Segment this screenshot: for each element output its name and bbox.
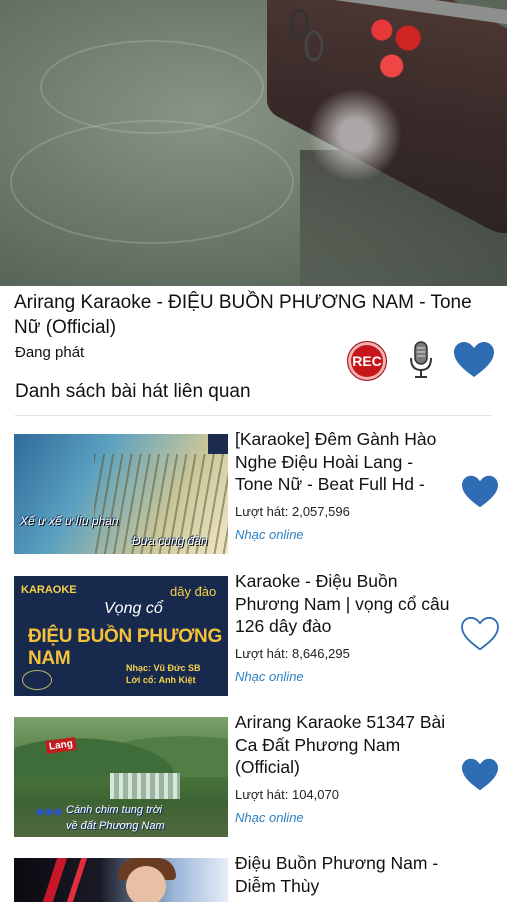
item-title[interactable]: Arirang Karaoke 51347 Bài Ca Đất Phương … bbox=[235, 711, 455, 779]
water-ripple bbox=[10, 120, 294, 244]
rec-label: REC bbox=[352, 353, 382, 369]
item-play-count: Lượt hát: 104,070 bbox=[235, 787, 339, 802]
playback-status: Đang phát bbox=[15, 344, 85, 361]
item-play-count: Lượt hát: 2,057,596 bbox=[235, 504, 350, 519]
thumbnail-corner bbox=[208, 434, 228, 454]
thumbnail-stripe bbox=[42, 858, 68, 902]
thumbnail-caption: Vọng cổ bbox=[104, 600, 163, 617]
item-title[interactable]: Karaoke - Điệu Buồn Phương Nam | vọng cổ… bbox=[235, 570, 455, 638]
list-item[interactable]: Xế ư xế ư líu phạn Đưa cung đàn [Karaoke… bbox=[14, 429, 498, 559]
item-category-link[interactable]: Nhạc online bbox=[235, 810, 304, 825]
thumbnail-caption: KARAOKE bbox=[21, 584, 77, 596]
thumbnail-credit: Nhạc: Vũ Đức SB bbox=[126, 663, 201, 673]
video-thumbnail[interactable] bbox=[14, 858, 228, 902]
chain-icon bbox=[289, 8, 324, 62]
item-category-link[interactable]: Nhạc online bbox=[235, 527, 304, 542]
karaoke-dots-icon bbox=[36, 808, 62, 816]
list-item[interactable]: KARAOKE dây đào Vọng cổ ĐIỆU BUỒN PHƯƠNG… bbox=[14, 571, 499, 701]
water-splash bbox=[300, 80, 410, 190]
thumbnail-caption: Cánh chim tung trời bbox=[66, 804, 162, 816]
thumbnail-caption: dây đào bbox=[170, 584, 217, 599]
video-player[interactable] bbox=[0, 0, 507, 286]
video-thumbnail[interactable]: KARAOKE dây đào Vọng cổ ĐIỆU BUỒN PHƯƠNG… bbox=[14, 576, 228, 696]
thumbnail-stripe bbox=[66, 858, 88, 902]
favorite-heart-icon[interactable] bbox=[452, 340, 496, 380]
list-item[interactable]: Điệu Buồn Phương Nam - Diễm Thùy bbox=[14, 853, 494, 902]
video-thumbnail[interactable]: Xế ư xế ư líu phạn Đưa cung đàn bbox=[14, 434, 228, 554]
thumbnail-singer-face bbox=[126, 866, 166, 902]
thumbnail-waterfall bbox=[110, 773, 180, 799]
thumbnail-logo bbox=[22, 670, 52, 690]
item-title[interactable]: [Karaoke] Đêm Gành Hào Nghe Điệu Hoài La… bbox=[235, 428, 455, 496]
divider bbox=[15, 415, 492, 416]
now-playing-title: Arirang Karaoke - ĐIỆU BUỒN PHƯƠNG NAM -… bbox=[14, 292, 472, 338]
item-play-count: Lượt hát: 8,646,295 bbox=[235, 646, 350, 661]
thumbnail-caption: về đất Phương Nam bbox=[66, 820, 165, 832]
red-flowers bbox=[362, 6, 428, 86]
list-item[interactable]: Lang Cánh chim tung trời về đất Phương N… bbox=[14, 712, 498, 842]
thumbnail-credit: Lời cổ: Anh Kiệt bbox=[126, 675, 196, 685]
related-heading: Danh sách bài hát liên quan bbox=[15, 381, 251, 402]
item-category-link[interactable]: Nhạc online bbox=[235, 669, 304, 684]
thumbnail-caption: Xế ư xế ư líu phạn bbox=[20, 514, 119, 528]
item-title[interactable]: Điệu Buồn Phương Nam - Diễm Thùy bbox=[235, 852, 455, 897]
microphone-icon[interactable] bbox=[407, 340, 435, 380]
video-thumbnail[interactable]: Lang Cánh chim tung trời về đất Phương N… bbox=[14, 717, 228, 837]
favorite-heart-outline-icon[interactable] bbox=[460, 616, 500, 652]
favorite-heart-icon[interactable] bbox=[460, 474, 500, 510]
thumbnail-caption: Đưa cung đàn bbox=[132, 534, 208, 548]
record-button[interactable]: REC bbox=[347, 341, 387, 381]
favorite-heart-icon[interactable] bbox=[460, 757, 500, 793]
thumbnail-caption: Nhạc: Vũ Đức SB Lời cổ: Anh Kiệt bbox=[126, 662, 201, 686]
